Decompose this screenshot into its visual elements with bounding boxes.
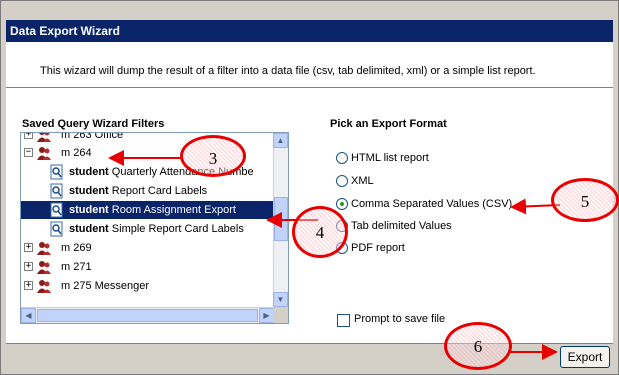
annotation-arrows: [108, 150, 561, 360]
callout-5: 5: [551, 178, 619, 222]
callout-6: 6: [444, 322, 512, 370]
callout-4: 4: [292, 206, 348, 258]
callout-3: 3: [180, 135, 246, 177]
